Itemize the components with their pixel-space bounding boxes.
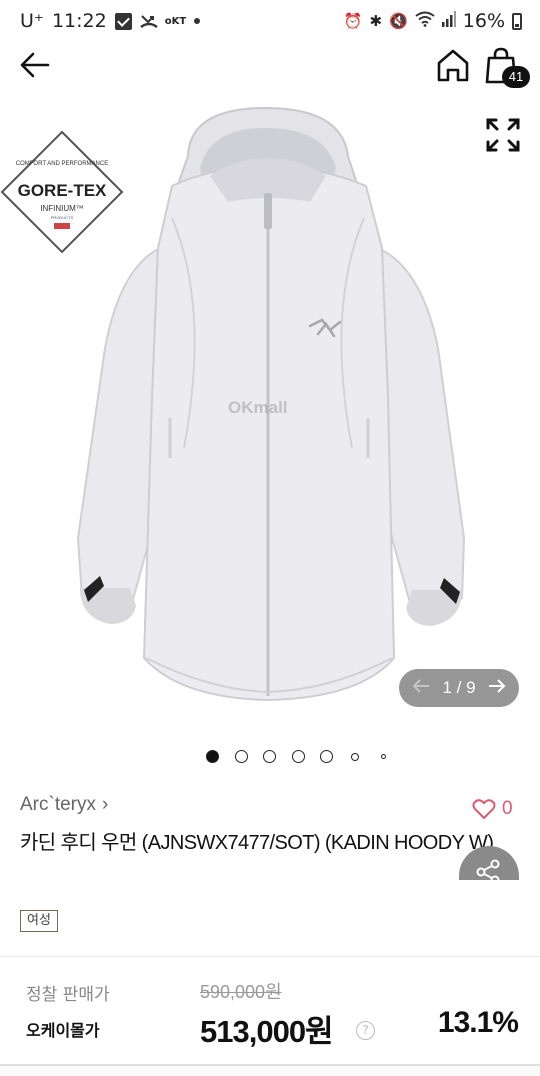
gore-tex-badge: COMFORT AND PERFORMANCE GORE-TEX INFINIU… bbox=[0, 130, 124, 254]
status-bar: U⁺ 11:22 oKT ⏰ ✱ 🔇 16% bbox=[0, 0, 540, 44]
watermark: OKmall bbox=[228, 398, 288, 417]
gore-tex-badge-brand: GORE-TEX bbox=[18, 181, 107, 200]
product-image-gallery[interactable]: COMFORT AND PERFORMANCE GORE-TEX INFINIU… bbox=[0, 98, 540, 738]
image-counter: 1 / 9 bbox=[399, 669, 519, 707]
next-image-button[interactable] bbox=[487, 678, 507, 699]
battery-percent: 16% bbox=[462, 10, 505, 32]
cart-count-badge: 41 bbox=[502, 66, 530, 88]
checkbox-notification-icon bbox=[114, 12, 132, 30]
sale-price-label: 오케이몰가 bbox=[26, 1021, 100, 1040]
arrow-right-icon bbox=[488, 678, 506, 693]
top-nav-bar: 41 bbox=[0, 44, 540, 94]
pagination-dot[interactable] bbox=[320, 750, 333, 763]
sale-price: 513,000원 bbox=[200, 1014, 334, 1049]
pagination-dot[interactable] bbox=[381, 754, 386, 759]
brand-link[interactable]: Arc`teryx › bbox=[20, 794, 108, 816]
clock: 11:22 bbox=[51, 10, 107, 32]
chevron-right-icon: › bbox=[102, 794, 109, 815]
home-button[interactable] bbox=[434, 46, 474, 86]
missed-call-icon bbox=[139, 13, 158, 30]
current-image-number: 1 bbox=[442, 678, 452, 697]
list-price-label: 정찰 판매가 bbox=[26, 985, 110, 1005]
section-divider bbox=[0, 1064, 540, 1076]
more-notifications-dot-icon bbox=[194, 18, 201, 24]
back-arrow-icon bbox=[20, 52, 50, 78]
heart-icon bbox=[472, 799, 496, 820]
brand-name: Arc`teryx bbox=[20, 794, 96, 815]
pagination-dot[interactable] bbox=[235, 750, 248, 763]
home-icon bbox=[437, 49, 469, 82]
pagination-dot[interactable] bbox=[292, 750, 305, 763]
previous-image-button[interactable] bbox=[411, 678, 431, 699]
alarm-icon: ⏰ bbox=[343, 12, 363, 30]
product-title: 카딘 후디 우먼 (AJNSWX7477/SOT) (KADIN HOODY W… bbox=[20, 832, 494, 854]
cart-button[interactable]: 41 bbox=[484, 46, 530, 90]
gore-tex-badge-top-text: COMFORT AND PERFORMANCE bbox=[16, 161, 108, 167]
expand-icon bbox=[486, 118, 520, 152]
arrow-left-icon bbox=[412, 678, 429, 693]
total-image-count: 9 bbox=[466, 678, 476, 697]
wishlist-button[interactable]: 0 bbox=[472, 798, 513, 820]
fullscreen-button[interactable] bbox=[484, 116, 522, 154]
discount-rate: 13.1% bbox=[437, 1006, 519, 1039]
wifi-icon bbox=[415, 10, 435, 32]
battery-icon bbox=[512, 12, 522, 30]
gore-tex-badge-sub: INFINIUM™ bbox=[40, 204, 84, 213]
wishlist-count: 0 bbox=[502, 798, 513, 819]
back-button[interactable] bbox=[16, 46, 56, 86]
mute-icon: 🔇 bbox=[389, 12, 408, 30]
pagination-dot[interactable] bbox=[263, 750, 276, 763]
pagination-dot[interactable] bbox=[206, 750, 219, 763]
image-counter-text: 1 / 9 bbox=[442, 678, 476, 697]
signal-icon bbox=[441, 10, 456, 32]
list-price: 590,000원 bbox=[200, 982, 282, 1002]
gender-tag: 여성 bbox=[20, 910, 58, 932]
okt-notification-icon: oKT bbox=[164, 15, 187, 27]
divider bbox=[0, 956, 540, 957]
carrier-label: U⁺ bbox=[20, 10, 44, 32]
image-pagination-dots bbox=[0, 748, 540, 766]
pagination-dot[interactable] bbox=[351, 753, 359, 761]
price-help-icon[interactable]: ? bbox=[356, 1021, 375, 1040]
gore-tex-badge-small: PRODUCTS bbox=[51, 215, 74, 220]
bluetooth-icon: ✱ bbox=[369, 12, 383, 30]
